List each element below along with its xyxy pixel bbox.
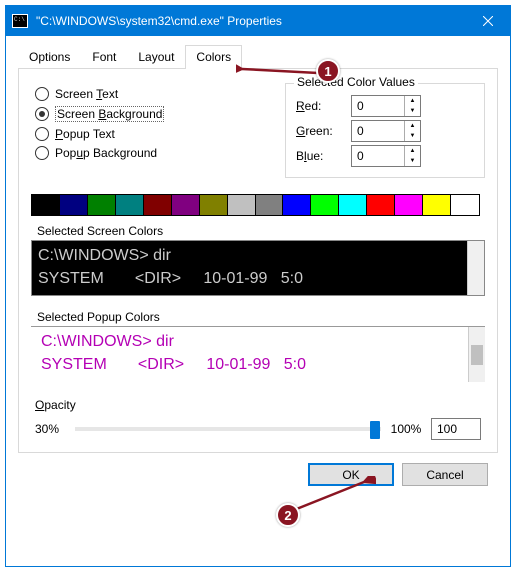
tabs: Options Font Layout Colors xyxy=(18,44,498,69)
label-opacity: Opacity xyxy=(35,398,481,412)
close-button[interactable] xyxy=(465,6,510,36)
swatch-1[interactable] xyxy=(60,195,88,215)
window-title: "C:\WINDOWS\system32\cmd.exe" Properties xyxy=(36,14,465,28)
titlebar: "C:\WINDOWS\system32\cmd.exe" Properties xyxy=(6,6,510,36)
color-palette xyxy=(31,194,480,216)
opacity-input[interactable] xyxy=(431,418,481,440)
spinner-blue[interactable]: 0 ▲▼ xyxy=(351,145,421,167)
label-screen-preview: Selected Screen Colors xyxy=(37,224,485,238)
color-target-radios: Screen Text Screen Background Popup Text… xyxy=(31,83,285,178)
swatch-5[interactable] xyxy=(172,195,200,215)
cancel-button[interactable]: Cancel xyxy=(402,463,488,486)
spinner-red[interactable]: 0 ▲▼ xyxy=(351,95,421,117)
tab-colors[interactable]: Colors xyxy=(185,45,242,69)
scrollbar[interactable] xyxy=(468,327,485,382)
swatch-13[interactable] xyxy=(395,195,423,215)
swatch-11[interactable] xyxy=(339,195,367,215)
swatch-6[interactable] xyxy=(200,195,228,215)
tab-font[interactable]: Font xyxy=(81,45,127,69)
preview-screen: C:\WINDOWS> dir SYSTEM <DIR> 10-01-99 5:… xyxy=(31,240,485,296)
swatch-14[interactable] xyxy=(423,195,451,215)
scrollbar[interactable] xyxy=(467,241,484,295)
group-selected-color-values: Selected Color Values Red: 0 ▲▼ Green: 0… xyxy=(285,83,485,178)
opacity-group: Opacity 30% 100% xyxy=(31,398,485,440)
tab-page-colors: Screen Text Screen Background Popup Text… xyxy=(18,69,498,453)
swatch-7[interactable] xyxy=(228,195,256,215)
spinner-green[interactable]: 0 ▲▼ xyxy=(351,120,421,142)
ok-button[interactable]: OK xyxy=(308,463,394,486)
opacity-min: 30% xyxy=(35,422,75,436)
swatch-8[interactable] xyxy=(256,195,284,215)
radio-screen-text[interactable]: Screen Text xyxy=(35,87,285,101)
radio-popup-text[interactable]: Popup Text xyxy=(35,127,285,141)
label-popup-preview: Selected Popup Colors xyxy=(37,310,485,324)
preview-popup: C:\WINDOWS> dir SYSTEM <DIR> 10-01-99 5:… xyxy=(31,326,485,382)
tab-layout[interactable]: Layout xyxy=(127,45,185,69)
blue-down-icon[interactable]: ▼ xyxy=(405,156,420,166)
label-blue: Blue: xyxy=(296,149,351,163)
radio-screen-background[interactable]: Screen Background xyxy=(35,106,285,122)
swatch-15[interactable] xyxy=(451,195,479,215)
annotation-badge-2: 2 xyxy=(276,503,300,527)
tab-options[interactable]: Options xyxy=(18,45,81,69)
annotation-badge-1: 1 xyxy=(316,59,340,83)
dialog-footer: OK Cancel xyxy=(18,453,498,486)
opacity-max: 100% xyxy=(381,422,431,436)
label-red: Red: xyxy=(296,99,351,113)
swatch-4[interactable] xyxy=(144,195,172,215)
opacity-slider[interactable] xyxy=(75,419,381,439)
green-down-icon[interactable]: ▼ xyxy=(405,131,420,141)
red-down-icon[interactable]: ▼ xyxy=(405,106,420,116)
green-up-icon[interactable]: ▲ xyxy=(405,121,420,131)
swatch-3[interactable] xyxy=(116,195,144,215)
label-green: Green: xyxy=(296,124,351,138)
swatch-2[interactable] xyxy=(88,195,116,215)
radio-popup-background[interactable]: Popup Background xyxy=(35,146,285,160)
blue-up-icon[interactable]: ▲ xyxy=(405,146,420,156)
swatch-9[interactable] xyxy=(283,195,311,215)
swatch-10[interactable] xyxy=(311,195,339,215)
properties-window: "C:\WINDOWS\system32\cmd.exe" Properties… xyxy=(5,5,511,567)
swatch-0[interactable] xyxy=(32,195,60,215)
red-up-icon[interactable]: ▲ xyxy=(405,96,420,106)
swatch-12[interactable] xyxy=(367,195,395,215)
cmd-icon xyxy=(12,14,28,28)
